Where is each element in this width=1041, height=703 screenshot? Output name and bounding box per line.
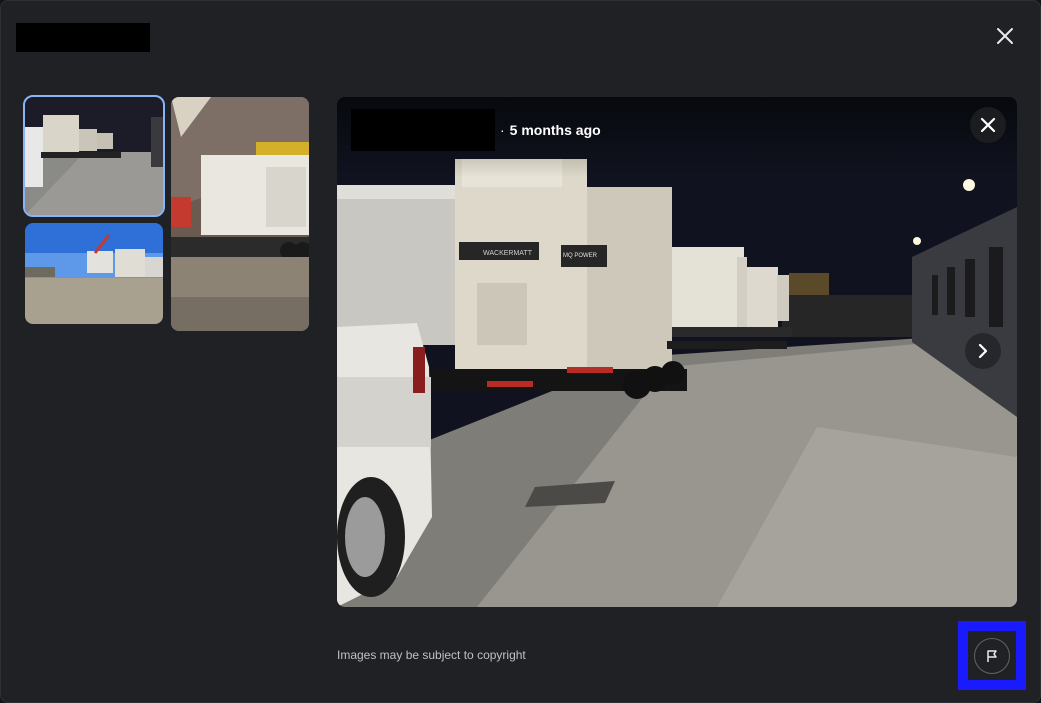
flag-icon <box>987 649 997 662</box>
photo-meta: · 5 months ago <box>500 122 601 138</box>
thumbnail-image <box>25 97 163 215</box>
redacted-title <box>16 23 150 52</box>
next-image-button[interactable] <box>965 333 1001 369</box>
thumbnail-image <box>25 223 163 324</box>
thumbnail-image <box>171 97 309 331</box>
main-image-viewer: WACKERMATT MQ POWER · 5 months ago <box>337 97 1017 607</box>
close-icon <box>980 117 996 133</box>
close-icon <box>997 28 1013 44</box>
photo-timestamp: 5 months ago <box>509 122 601 138</box>
viewer-close-button[interactable] <box>970 107 1006 143</box>
generator-brand-label: WACKERMATT <box>483 250 533 257</box>
thumbnail-2[interactable] <box>171 97 309 331</box>
generator-model-label: MQ POWER <box>563 253 598 259</box>
meta-separator: · <box>500 122 505 138</box>
thumbnail-3[interactable] <box>25 223 163 324</box>
report-image-button[interactable] <box>974 637 1010 674</box>
report-button-highlight <box>958 621 1026 690</box>
image-viewer-dialog: WACKERMATT MQ POWER · 5 months ago Image… <box>0 0 1041 703</box>
chevron-right-icon <box>978 344 988 358</box>
redacted-author <box>351 109 495 151</box>
dialog-close-button[interactable] <box>990 21 1020 51</box>
thumbnail-1[interactable] <box>23 95 165 217</box>
copyright-notice: Images may be subject to copyright <box>337 648 526 662</box>
